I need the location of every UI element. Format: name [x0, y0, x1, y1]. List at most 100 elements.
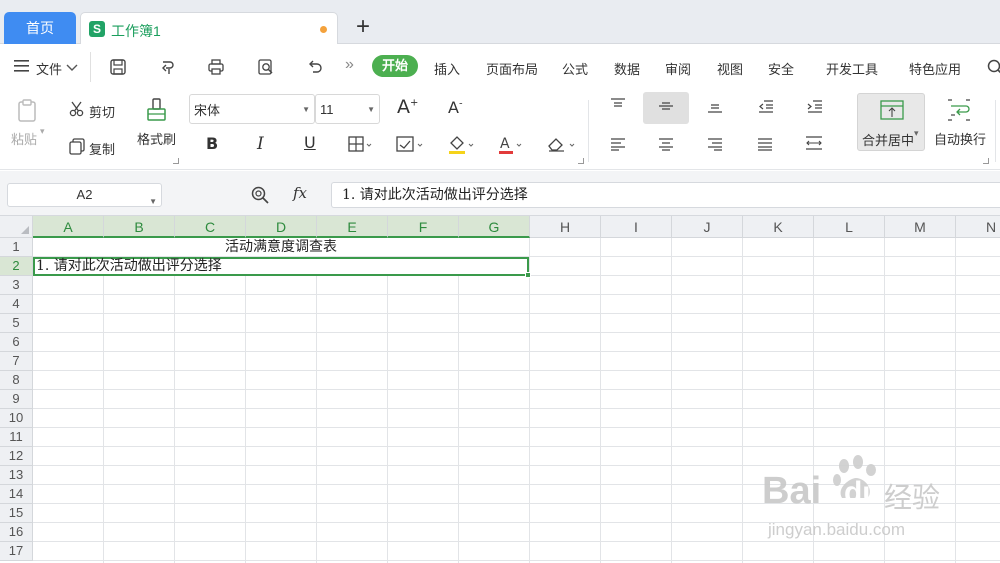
chevron-down-icon[interactable] — [66, 61, 84, 79]
row-header-7[interactable]: 7 — [0, 352, 33, 371]
column-header-g[interactable]: G — [459, 216, 530, 238]
paste-icon[interactable] — [15, 98, 41, 124]
menu-tab-formula[interactable]: 公式 — [562, 59, 588, 78]
column-header-h[interactable]: H — [530, 216, 601, 238]
row-header-2[interactable]: 2 — [0, 257, 33, 276]
alignment-group-expand-icon[interactable] — [983, 158, 989, 164]
cell-a1-merged-title[interactable]: 活动满意度调查表 — [33, 238, 529, 257]
zoom-formula-icon[interactable] — [250, 185, 270, 205]
merge-center-button[interactable]: 合并居中 — [862, 130, 914, 149]
paste-button[interactable]: 粘贴 — [11, 129, 37, 148]
row-header-1[interactable]: 1 — [0, 238, 33, 257]
name-box[interactable]: A2 ▼ — [7, 183, 162, 207]
menu-tab-insert[interactable]: 插入 — [434, 59, 460, 78]
menu-tab-review[interactable]: 审阅 — [665, 59, 691, 78]
align-center-icon[interactable] — [657, 137, 677, 157]
decrease-indent-icon[interactable] — [757, 99, 777, 119]
insert-function-button[interactable]: fx — [293, 184, 307, 202]
increase-indent-icon[interactable] — [806, 99, 826, 119]
font-color-icon[interactable]: A — [497, 135, 522, 155]
fill-handle[interactable] — [525, 272, 531, 278]
font-size-select[interactable]: ▼ — [315, 94, 380, 124]
row-header-12[interactable]: 12 — [0, 447, 33, 466]
paste-dropdown-icon[interactable]: ▾ — [40, 126, 45, 137]
wrap-text-icon[interactable] — [946, 98, 972, 122]
row-header-9[interactable]: 9 — [0, 390, 33, 409]
distributed-align-icon[interactable] — [804, 135, 824, 155]
chevron-down-icon[interactable]: ▼ — [367, 105, 375, 114]
column-header-i[interactable]: I — [601, 216, 672, 238]
output-as-icon[interactable] — [159, 58, 177, 76]
save-icon[interactable] — [109, 58, 127, 76]
menu-tab-view[interactable]: 视图 — [717, 59, 743, 78]
justify-icon[interactable] — [756, 137, 776, 157]
column-header-l[interactable]: L — [814, 216, 885, 238]
column-header-a[interactable]: A — [33, 216, 104, 238]
print-icon[interactable] — [207, 58, 225, 76]
column-header-c[interactable]: C — [175, 216, 246, 238]
column-header-d[interactable]: D — [246, 216, 317, 238]
formula-input[interactable]: 1. 请对此次活动做出评分选择 — [331, 182, 1000, 208]
bold-button[interactable]: B — [206, 134, 218, 153]
hamburger-menu-icon[interactable] — [14, 59, 32, 77]
row-header-15[interactable]: 15 — [0, 504, 33, 523]
undo-icon[interactable] — [306, 58, 324, 76]
row-header-17[interactable]: 17 — [0, 542, 33, 561]
file-menu[interactable]: 文件 — [36, 59, 62, 78]
wrap-text-button[interactable]: 自动换行 — [934, 129, 986, 148]
align-middle-icon[interactable] — [657, 100, 677, 120]
row-header-10[interactable]: 10 — [0, 409, 33, 428]
print-preview-icon[interactable] — [257, 58, 275, 76]
merge-dropdown-icon[interactable]: ▾ — [914, 128, 919, 139]
format-painter-button[interactable]: 格式刷 — [137, 129, 176, 148]
row-header-8[interactable]: 8 — [0, 371, 33, 390]
cell-area[interactable] — [33, 238, 1000, 563]
underline-button[interactable]: U — [304, 133, 316, 152]
chevron-down-icon[interactable]: ▼ — [302, 105, 310, 114]
row-header-4[interactable]: 4 — [0, 295, 33, 314]
tab-home[interactable]: 首页 — [4, 12, 76, 44]
chevron-down-icon[interactable]: ▼ — [149, 191, 157, 213]
tab-workbook[interactable]: S 工作簿1 — [80, 12, 338, 45]
font-group-expand-icon[interactable] — [578, 158, 584, 164]
menu-tab-start[interactable]: 开始 — [372, 55, 419, 77]
align-top-icon[interactable] — [609, 98, 629, 118]
font-name-input[interactable] — [190, 95, 314, 123]
format-painter-icon[interactable] — [145, 97, 169, 123]
menu-tab-developer[interactable]: 开发工具 — [826, 59, 878, 78]
fill-color-icon[interactable] — [447, 135, 474, 155]
search-icon[interactable] — [986, 58, 1000, 76]
increase-font-size-button[interactable]: A+ — [397, 96, 418, 118]
row-header-14[interactable]: 14 — [0, 485, 33, 504]
font-name-select[interactable]: ▼ — [189, 94, 315, 124]
decrease-font-size-button[interactable]: A- — [448, 98, 463, 117]
cell-a2-selected[interactable]: 1. 请对此次活动做出评分选择 — [33, 257, 529, 276]
menu-tab-page-layout[interactable]: 页面布局 — [486, 59, 538, 78]
column-header-f[interactable]: F — [388, 216, 459, 238]
align-right-icon[interactable] — [706, 137, 726, 157]
menu-tab-security[interactable]: 安全 — [768, 59, 794, 78]
column-header-n[interactable]: N — [956, 216, 1000, 238]
row-header-11[interactable]: 11 — [0, 428, 33, 447]
column-header-m[interactable]: M — [885, 216, 956, 238]
row-header-5[interactable]: 5 — [0, 314, 33, 333]
column-header-e[interactable]: E — [317, 216, 388, 238]
menu-tab-data[interactable]: 数据 — [614, 59, 640, 78]
column-header-b[interactable]: B — [104, 216, 175, 238]
select-all-corner[interactable] — [0, 216, 33, 238]
row-header-13[interactable]: 13 — [0, 466, 33, 485]
more-quick-access-button[interactable]: » — [345, 56, 354, 74]
clipboard-group-expand-icon[interactable] — [173, 158, 179, 164]
column-header-k[interactable]: K — [743, 216, 814, 238]
cut-button[interactable]: 剪切 — [89, 102, 115, 121]
copy-button[interactable]: 复制 — [89, 139, 115, 158]
new-tab-button[interactable]: + — [352, 14, 374, 40]
column-header-j[interactable]: J — [672, 216, 743, 238]
cell-format-icon[interactable] — [396, 135, 423, 155]
row-header-3[interactable]: 3 — [0, 276, 33, 295]
borders-icon[interactable] — [348, 135, 372, 155]
align-left-icon[interactable] — [609, 137, 629, 157]
row-header-16[interactable]: 16 — [0, 523, 33, 542]
merge-center-group[interactable]: 合并居中 ▾ — [857, 93, 925, 151]
italic-button[interactable]: I — [257, 134, 264, 154]
